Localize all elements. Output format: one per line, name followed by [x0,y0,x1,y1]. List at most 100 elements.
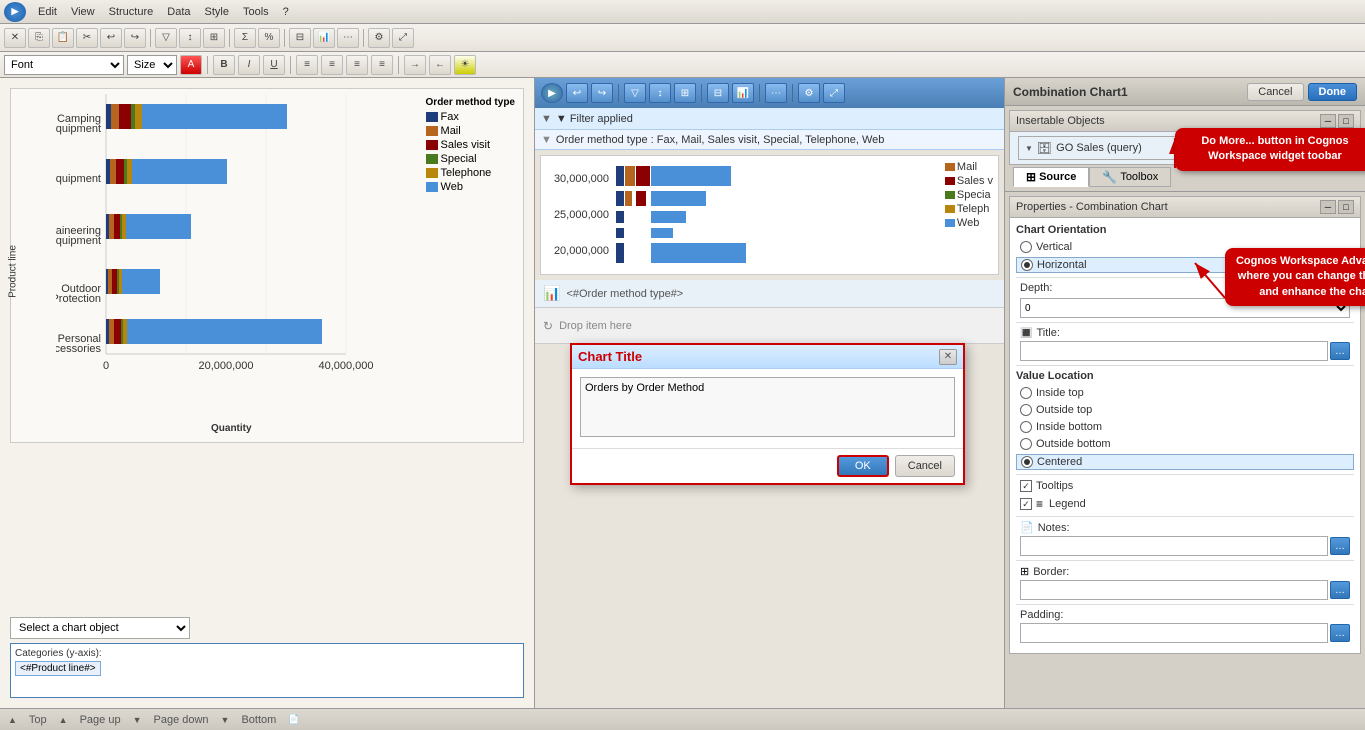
inside-top-row[interactable]: Inside top [1016,386,1354,400]
title-dots-button[interactable]: … [1330,342,1350,360]
title-input[interactable] [1020,341,1328,361]
widget-table-btn[interactable]: ⊟ [707,83,729,103]
right-done-button[interactable]: Done [1308,83,1358,101]
more-button[interactable]: ⋯ [337,28,359,48]
dialog-cancel-button[interactable]: Cancel [895,455,955,477]
legend-telephone: Telephone [426,167,515,179]
indent-button[interactable]: → [404,55,426,75]
insertable-max-button[interactable]: □ [1338,114,1354,128]
align-justify-button[interactable]: ≡ [371,55,393,75]
widget-sep4 [792,84,793,102]
status-pageup[interactable]: Page up [80,714,121,726]
outside-bottom-row[interactable]: Outside bottom [1016,437,1354,451]
expand-button[interactable]: ⤢ [392,28,414,48]
source-tab[interactable]: ⊞ Source [1013,167,1089,187]
widget-settings-btn[interactable]: ⚙ [798,83,820,103]
toolbox-tab[interactable]: 🔧 Toolbox [1089,167,1171,187]
dialog-close-button[interactable]: ✕ [939,349,957,365]
size-select[interactable]: Size [127,55,177,75]
status-bottom[interactable]: Bottom [241,714,276,726]
props-max-button[interactable]: □ [1338,200,1354,214]
group-button[interactable]: ⊞ [203,28,225,48]
redo-button[interactable]: ↪ [124,28,146,48]
main-area: Product line Order method type Fax Mail … [0,78,1365,708]
filter-detail-icon: ▼ [541,134,552,146]
align-left-button[interactable]: ≡ [296,55,318,75]
calc-button[interactable]: Σ [234,28,256,48]
underline-button[interactable]: U [263,55,285,75]
app-logo[interactable]: ▶ [4,2,26,22]
font-color-button[interactable]: A [180,55,202,75]
widget-filter-btn[interactable]: ▽ [624,83,646,103]
menu-view[interactable]: View [65,4,101,20]
outside-top-radio[interactable] [1020,404,1032,416]
inside-bottom-row[interactable]: Inside bottom [1016,420,1354,434]
filter-button[interactable]: ▽ [155,28,177,48]
menu-style[interactable]: Style [199,4,235,20]
menu-help[interactable]: ? [277,4,295,20]
font-select[interactable]: Font [4,55,124,75]
centered-row[interactable]: Centered [1016,454,1354,470]
cut-button[interactable]: ✂ [76,28,98,48]
border-input[interactable] [1020,580,1328,600]
insertable-min-button[interactable]: ─ [1320,114,1336,128]
vertical-radio[interactable] [1020,241,1032,253]
svg-text:20,000,000: 20,000,000 [198,360,253,372]
padding-dots-button[interactable]: … [1330,624,1350,642]
widget-expand-btn[interactable]: ⤢ [823,83,845,103]
legend-checkbox[interactable]: ✓ [1020,498,1032,510]
widget-chart-btn[interactable]: 📊 [732,83,754,103]
legend-row[interactable]: ✓ ≡ Legend [1016,496,1354,512]
widget-group-btn[interactable]: ⊞ [674,83,696,103]
chart-title-input[interactable]: Orders by Order Method [580,377,955,437]
drop-icon: ↻ [543,319,553,333]
down-arrow2-icon: ▼ [221,715,230,725]
status-top[interactable]: Top [29,714,47,726]
undo2-button[interactable]: ↩ [100,28,122,48]
widget-redo-btn[interactable]: ↪ [591,83,613,103]
notes-input[interactable] [1020,536,1328,556]
chart-button[interactable]: 📊 [313,28,335,48]
widget-sort-btn[interactable]: ↕ [649,83,671,103]
outdent-button[interactable]: ← [429,55,451,75]
widget-undo-btn[interactable]: ↩ [566,83,588,103]
notes-dots-button[interactable]: … [1330,537,1350,555]
padding-input[interactable] [1020,623,1328,643]
tooltips-row[interactable]: ✓ Tooltips [1016,479,1354,493]
special-button[interactable]: ☀ [454,55,476,75]
up-arrow-icon: ▲ [8,715,17,725]
menu-structure[interactable]: Structure [103,4,160,20]
outside-top-row[interactable]: Outside top [1016,403,1354,417]
outside-bottom-radio[interactable] [1020,438,1032,450]
percent-button[interactable]: % [258,28,280,48]
settings-button[interactable]: ⚙ [368,28,390,48]
align-center-button[interactable]: ≡ [321,55,343,75]
menu-tools[interactable]: Tools [237,4,275,20]
border-dots-button[interactable]: … [1330,581,1350,599]
italic-button[interactable]: I [238,55,260,75]
table-button[interactable]: ⊟ [289,28,311,48]
centered-radio[interactable] [1021,456,1033,468]
widget-logo-btn[interactable]: ▶ [541,83,563,103]
tooltips-checkbox[interactable]: ✓ [1020,480,1032,492]
order-method-row: 📊 <#Order method type#> [535,280,1004,308]
menu-edit[interactable]: Edit [32,4,63,20]
dialog-footer: OK Cancel [572,448,963,483]
paste-button[interactable]: 📋 [52,28,74,48]
dialog-ok-button[interactable]: OK [837,455,889,477]
menu-data[interactable]: Data [161,4,196,20]
right-cancel-button[interactable]: Cancel [1247,83,1303,101]
inside-top-radio[interactable] [1020,387,1032,399]
inside-bottom-radio[interactable] [1020,421,1032,433]
chart-object-select[interactable]: Select a chart object [10,617,190,639]
status-pagedown[interactable]: Page down [154,714,209,726]
preview-legend: Mail Sales v Specia Teleph Web [945,161,993,231]
widget-more-btn[interactable]: ⋯ [765,83,787,103]
align-right-button[interactable]: ≡ [346,55,368,75]
horizontal-radio[interactable] [1021,259,1033,271]
sort-button[interactable]: ↕ [179,28,201,48]
copy-button[interactable]: ⎘ [28,28,50,48]
bold-button[interactable]: B [213,55,235,75]
props-min-button[interactable]: ─ [1320,200,1336,214]
undo-button[interactable]: ✕ [4,28,26,48]
